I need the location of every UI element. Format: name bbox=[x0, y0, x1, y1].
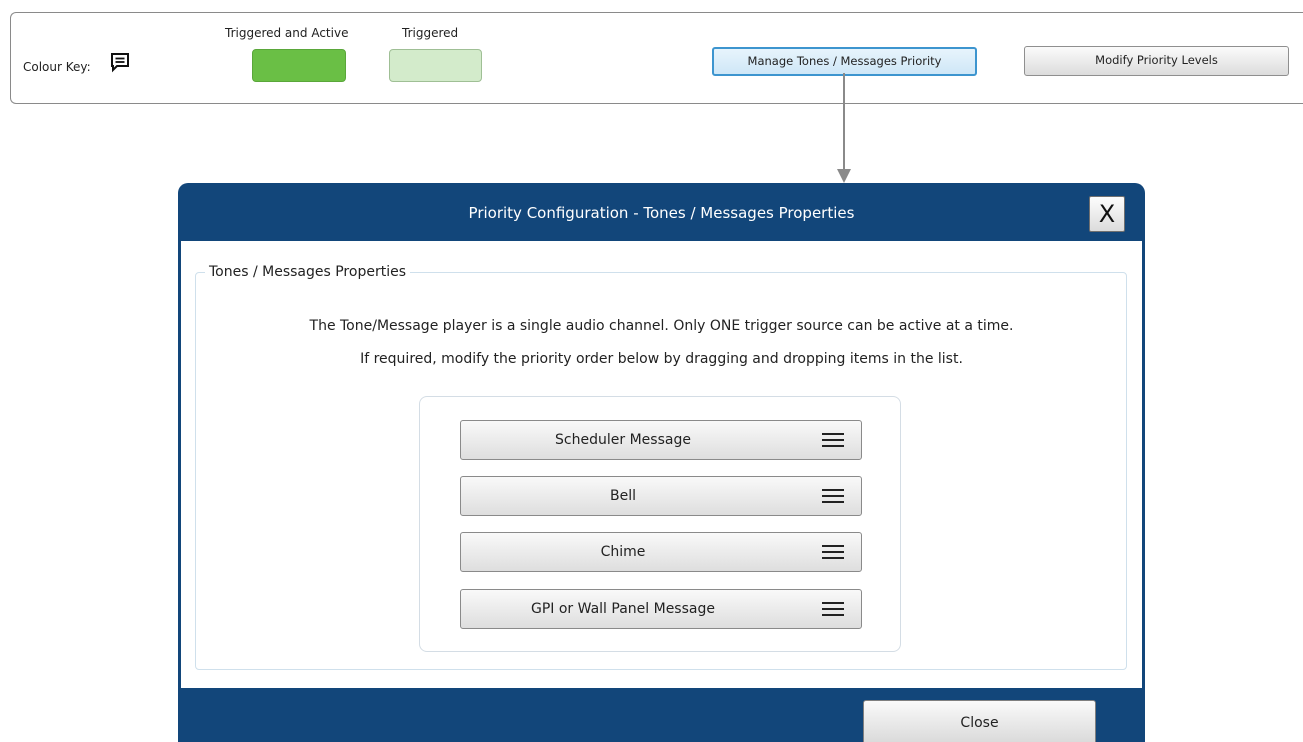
close-button[interactable]: Close bbox=[863, 700, 1096, 742]
drag-handle-icon[interactable] bbox=[822, 544, 844, 560]
triggered-active-caption: Triggered and Active bbox=[225, 26, 349, 40]
fieldset-legend: Tones / Messages Properties bbox=[205, 264, 410, 280]
triggered-swatch bbox=[389, 49, 482, 82]
app-root: Colour Key: Triggered and Active Trigger… bbox=[0, 0, 1303, 742]
connector-arrow bbox=[837, 73, 851, 183]
priority-item-bell[interactable]: Bell bbox=[460, 476, 862, 516]
drag-handle-icon[interactable] bbox=[822, 601, 844, 617]
close-icon[interactable]: X bbox=[1089, 196, 1125, 232]
message-icon bbox=[109, 51, 131, 73]
priority-item-gpi-wall-panel-message[interactable]: GPI or Wall Panel Message bbox=[460, 589, 862, 629]
manage-tones-priority-button[interactable]: Manage Tones / Messages Priority bbox=[712, 47, 977, 76]
triggered-caption: Triggered bbox=[402, 26, 459, 40]
colour-key-label: Colour Key: bbox=[23, 60, 91, 74]
description-line-2: If required, modify the priority order b… bbox=[360, 351, 963, 367]
priority-item-label: Bell bbox=[610, 488, 636, 504]
priority-item-label: Scheduler Message bbox=[555, 432, 691, 448]
priority-configuration-dialog: Priority Configuration - Tones / Message… bbox=[178, 183, 1145, 742]
drag-handle-icon[interactable] bbox=[822, 488, 844, 504]
colour-key-panel: Colour Key: Triggered and Active Trigger… bbox=[10, 12, 1303, 104]
drag-handle-icon[interactable] bbox=[822, 432, 844, 448]
priority-item-scheduler-message[interactable]: Scheduler Message bbox=[460, 420, 862, 460]
dialog-title: Priority Configuration - Tones / Message… bbox=[468, 204, 855, 222]
priority-item-label: GPI or Wall Panel Message bbox=[531, 601, 715, 617]
priority-list: Scheduler Message Bell Chime GPI or Wall… bbox=[419, 396, 901, 652]
modify-priority-levels-button[interactable]: Modify Priority Levels bbox=[1024, 46, 1289, 76]
priority-item-label: Chime bbox=[600, 544, 646, 560]
description-line-1: The Tone/Message player is a single audi… bbox=[309, 318, 1014, 334]
priority-item-chime[interactable]: Chime bbox=[460, 532, 862, 572]
dialog-footer: Close bbox=[178, 688, 1145, 742]
triggered-active-swatch bbox=[252, 49, 346, 82]
dialog-body: Tones / Messages Properties The Tone/Mes… bbox=[181, 241, 1142, 688]
